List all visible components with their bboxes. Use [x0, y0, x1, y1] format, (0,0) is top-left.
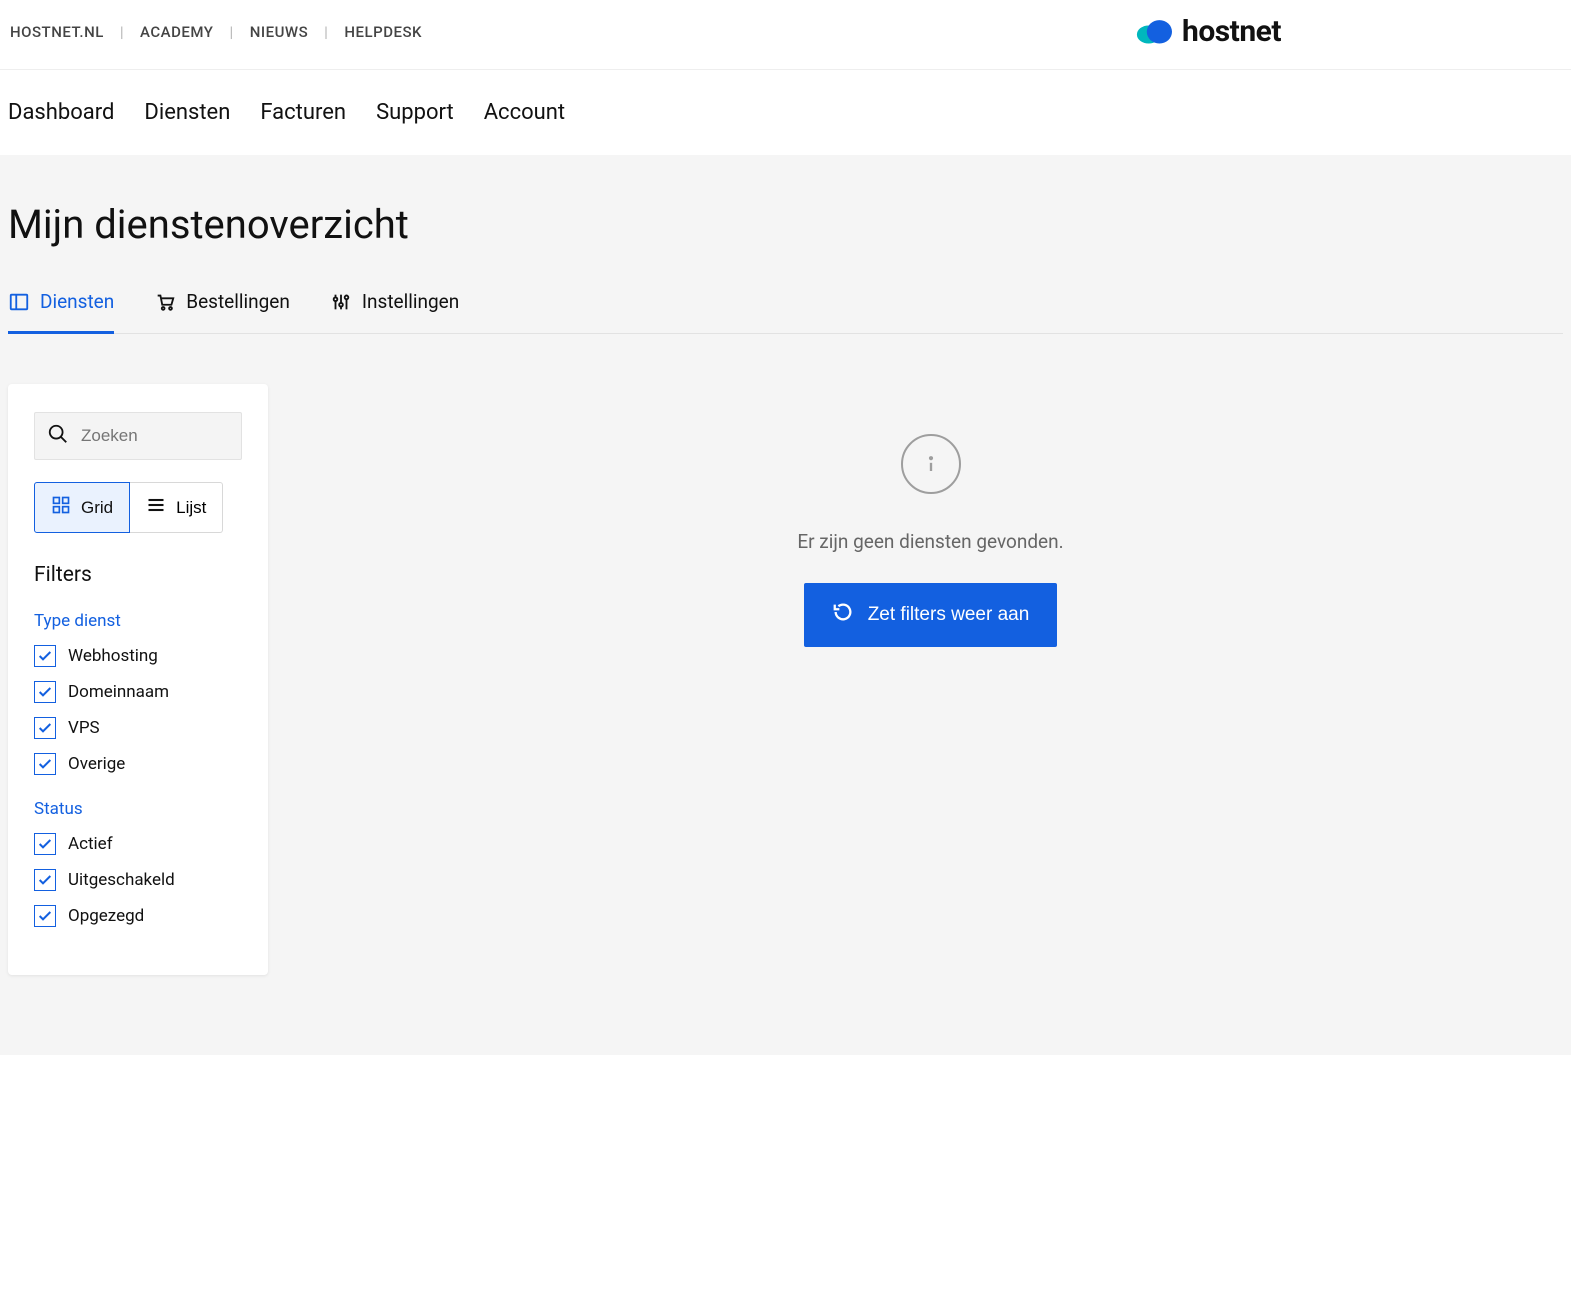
undo-icon	[832, 601, 854, 629]
tab-diensten[interactable]: Diensten	[8, 278, 114, 334]
filter-label: Webhosting	[68, 646, 158, 666]
info-icon	[901, 434, 961, 494]
tab-label: Instellingen	[362, 290, 459, 313]
separator: |	[324, 23, 328, 41]
checkbox-checked-icon[interactable]	[34, 753, 56, 775]
tab-bestellingen[interactable]: Bestellingen	[154, 278, 290, 334]
view-list-button[interactable]: Lijst	[130, 482, 223, 533]
separator: |	[120, 23, 124, 41]
reset-filters-label: Zet filters weer aan	[868, 604, 1030, 626]
filter-uitgeschakeld[interactable]: Uitgeschakeld	[34, 869, 242, 891]
brand-text: hostnet	[1182, 14, 1281, 49]
filter-label: Overige	[68, 754, 125, 774]
top-link-nieuws[interactable]: NIEUWS	[250, 23, 308, 41]
content-row: Grid Lijst Filters Type dienst Webhostin…	[8, 384, 1563, 975]
top-link-hostnet[interactable]: HOSTNET.NL	[10, 23, 104, 41]
filter-vps[interactable]: VPS	[34, 717, 242, 739]
page-title: Mijn dienstenoverzicht	[8, 155, 1563, 278]
sidebar-panel-icon	[8, 291, 30, 313]
filter-group-title-type[interactable]: Type dienst	[34, 611, 242, 631]
separator: |	[229, 23, 233, 41]
page-body: Mijn dienstenoverzicht Diensten Bestelli…	[0, 155, 1571, 1055]
filter-group-title-status[interactable]: Status	[34, 799, 242, 819]
nav-diensten[interactable]: Diensten	[144, 100, 230, 125]
empty-message: Er zijn geen diensten gevonden.	[797, 530, 1063, 553]
sliders-icon	[330, 291, 352, 313]
top-utility-bar: HOSTNET.NL | ACADEMY | NIEUWS | HELPDESK…	[0, 0, 1571, 70]
top-link-helpdesk[interactable]: HELPDESK	[344, 23, 422, 41]
nav-support[interactable]: Support	[376, 100, 454, 125]
brand-logo[interactable]: hostnet	[1136, 14, 1281, 49]
nav-facturen[interactable]: Facturen	[260, 100, 346, 125]
filter-label: Uitgeschakeld	[68, 870, 175, 890]
tab-instellingen[interactable]: Instellingen	[330, 278, 459, 334]
cart-icon	[154, 291, 176, 313]
view-grid-label: Grid	[81, 498, 113, 518]
nav-account[interactable]: Account	[484, 100, 565, 125]
tab-label: Bestellingen	[186, 290, 290, 313]
search-icon	[47, 423, 69, 449]
search-input[interactable]	[81, 426, 229, 446]
view-list-label: Lijst	[176, 498, 206, 518]
view-toggle: Grid Lijst	[34, 482, 242, 533]
filters-heading: Filters	[34, 563, 242, 587]
filter-webhosting[interactable]: Webhosting	[34, 645, 242, 667]
search-box[interactable]	[34, 412, 242, 460]
checkbox-checked-icon[interactable]	[34, 681, 56, 703]
nav-dashboard[interactable]: Dashboard	[8, 100, 114, 125]
grid-icon	[51, 495, 71, 520]
checkbox-checked-icon[interactable]	[34, 645, 56, 667]
filter-group-status: Status Actief Uitgeschakeld Opgezegd	[34, 799, 242, 927]
checkbox-checked-icon[interactable]	[34, 905, 56, 927]
reset-filters-button[interactable]: Zet filters weer aan	[804, 583, 1058, 647]
filter-label: Domeinnaam	[68, 682, 169, 702]
primary-nav: Dashboard Diensten Facturen Support Acco…	[0, 70, 1571, 155]
filter-label: Opgezegd	[68, 906, 144, 926]
tab-label: Diensten	[40, 290, 114, 313]
top-links: HOSTNET.NL | ACADEMY | NIEUWS | HELPDESK	[10, 23, 422, 41]
empty-state: Er zijn geen diensten gevonden. Zet filt…	[298, 384, 1563, 647]
view-grid-button[interactable]: Grid	[34, 482, 130, 533]
filter-group-type-dienst: Type dienst Webhosting Domeinnaam VPS Ov…	[34, 611, 242, 775]
filter-actief[interactable]: Actief	[34, 833, 242, 855]
tabs: Diensten Bestellingen Instellingen	[8, 278, 1563, 334]
list-icon	[146, 495, 166, 520]
checkbox-checked-icon[interactable]	[34, 869, 56, 891]
checkbox-checked-icon[interactable]	[34, 833, 56, 855]
filter-label: VPS	[68, 718, 100, 738]
filters-panel: Grid Lijst Filters Type dienst Webhostin…	[8, 384, 268, 975]
filter-opgezegd[interactable]: Opgezegd	[34, 905, 242, 927]
top-link-academy[interactable]: ACADEMY	[140, 23, 213, 41]
checkbox-checked-icon[interactable]	[34, 717, 56, 739]
filter-domeinnaam[interactable]: Domeinnaam	[34, 681, 242, 703]
filter-overige[interactable]: Overige	[34, 753, 242, 775]
filter-label: Actief	[68, 834, 113, 854]
cloud-logo-icon	[1136, 16, 1172, 48]
